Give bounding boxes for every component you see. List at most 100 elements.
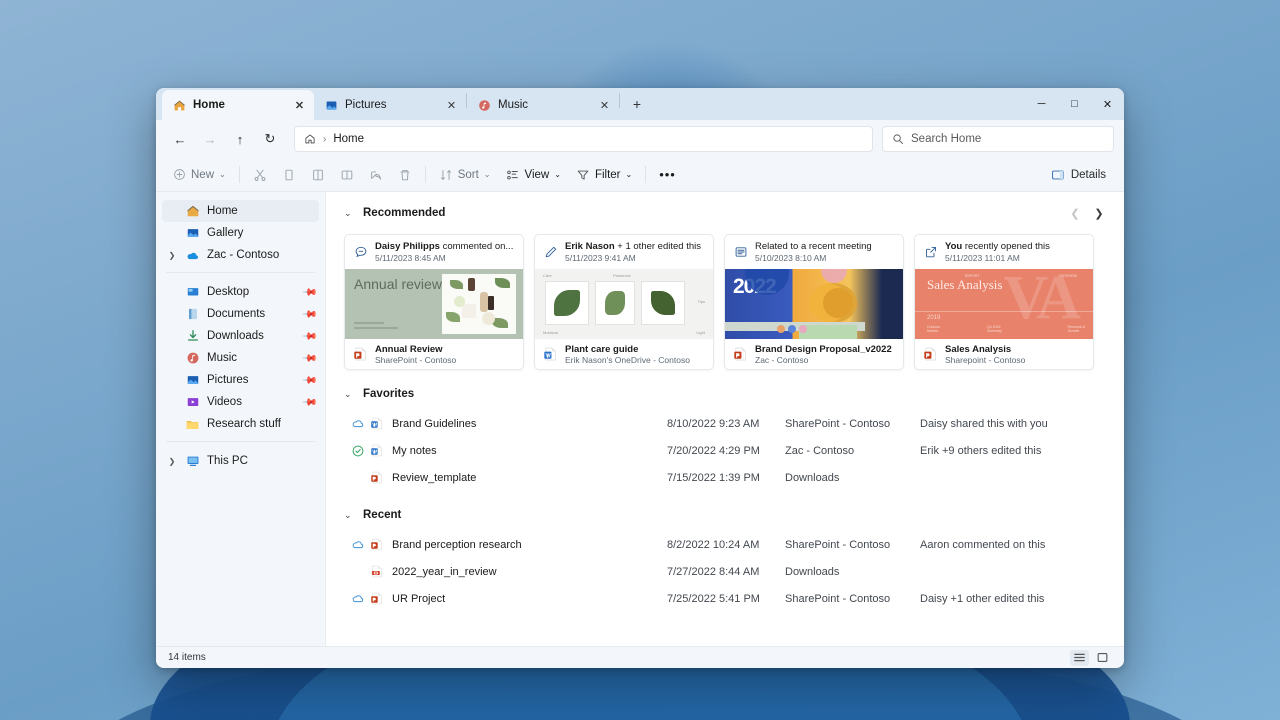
tab-close-button[interactable]: ✕: [291, 97, 308, 114]
file-location: Downloads: [785, 471, 840, 484]
pictures-icon: [325, 99, 338, 112]
pin-icon[interactable]: 📌: [301, 372, 318, 389]
copy-icon: [282, 168, 296, 182]
maximize-button[interactable]: □: [1058, 88, 1091, 120]
expand-chevron-icon[interactable]: ❯: [166, 457, 178, 466]
card-timestamp: 5/11/2023 8:45 AM: [375, 253, 446, 263]
pin-icon[interactable]: 📌: [301, 394, 318, 411]
card-file-location: SharePoint - Contoso: [375, 354, 457, 365]
table-row[interactable]: UR Project 7/25/2022 5:41 PM SharePoint …: [344, 585, 1110, 612]
sidebar-item-label: This PC: [207, 455, 248, 467]
details-view-icon[interactable]: [1093, 650, 1112, 666]
expand-chevron-icon[interactable]: ❯: [166, 251, 178, 260]
close-button[interactable]: ✕: [1091, 88, 1124, 120]
forward-button[interactable]: →: [196, 125, 224, 153]
sidebar-item-downloads[interactable]: › Downloads 📌: [162, 325, 319, 347]
up-button[interactable]: ↑: [226, 125, 254, 153]
card-footer: Sales Analysis Sharepoint - Contoso: [915, 339, 1093, 369]
sidebar-item-desktop[interactable]: › Desktop 📌: [162, 281, 319, 303]
pdf-icon: [370, 564, 392, 579]
file-date: 7/20/2022 4:29 PM: [667, 444, 760, 457]
rename-button[interactable]: [333, 162, 361, 188]
card-header: Erik Nason + 1 other edited this 5/11/20…: [535, 235, 713, 269]
table-row[interactable]: Brand perception research 8/2/2022 10:24…: [344, 531, 1110, 558]
table-row[interactable]: My notes 7/20/2022 4:29 PM Zac - Contoso…: [344, 437, 1110, 464]
file-explorer-window: Home ✕ Pictures ✕ Music ✕ + ─ □ ✕ ← → ↑ …: [156, 88, 1124, 668]
new-button[interactable]: New ⌄: [166, 162, 233, 188]
breadcrumb[interactable]: › Home: [294, 126, 873, 152]
address-bar: ← → ↑ ↻ › Home Search Home: [156, 120, 1124, 158]
sidebar-item-label: Desktop: [207, 286, 250, 298]
view-button[interactable]: View ⌄: [499, 162, 568, 188]
delete-button[interactable]: [391, 162, 419, 188]
tab-close-button[interactable]: ✕: [443, 97, 460, 114]
table-row[interactable]: 2022_year_in_review 7/27/2022 8:44 AM Do…: [344, 558, 1110, 585]
sidebar-item-pictures[interactable]: › Pictures 📌: [162, 369, 319, 391]
cloud-icon: [344, 592, 370, 606]
carousel-next-button[interactable]: ❯: [1088, 202, 1110, 224]
list-view-icon[interactable]: [1070, 649, 1089, 666]
paste-button[interactable]: [304, 162, 332, 188]
pin-icon[interactable]: 📌: [301, 350, 318, 367]
tab-close-button[interactable]: ✕: [596, 97, 613, 114]
card-thumbnail: Care Pandemic Moisture Light Tips: [535, 269, 713, 339]
recommended-card[interactable]: Daisy Philipps commented on... 5/11/2023…: [344, 234, 524, 370]
card-timestamp: 5/10/2023 8:10 AM: [755, 253, 827, 263]
breadcrumb-current[interactable]: Home: [333, 133, 364, 145]
sort-button[interactable]: Sort ⌄: [432, 162, 498, 188]
card-file-name: Sales Analysis: [945, 343, 1012, 355]
sidebar-item-this-pc[interactable]: ❯ This PC: [162, 450, 319, 472]
more-options-button[interactable]: •••: [652, 162, 683, 188]
tab-home[interactable]: Home ✕: [162, 90, 314, 120]
table-row[interactable]: Brand Guidelines 8/10/2022 9:23 AM Share…: [344, 410, 1110, 437]
share-button[interactable]: [362, 162, 390, 188]
copy-button[interactable]: [275, 162, 303, 188]
card-file-location: Erik Nason's OneDrive - Contoso: [565, 354, 690, 365]
sidebar-item-music[interactable]: › Music 📌: [162, 347, 319, 369]
pin-icon[interactable]: 📌: [301, 328, 318, 345]
back-button[interactable]: ←: [166, 125, 194, 153]
home-icon: [173, 99, 186, 112]
minimize-button[interactable]: ─: [1025, 88, 1058, 120]
pin-icon[interactable]: 📌: [301, 284, 318, 301]
details-pane-button[interactable]: Details: [1043, 162, 1114, 188]
sidebar-item-research-stuff[interactable]: › Research stuff: [162, 413, 319, 435]
tab-separator: [619, 93, 620, 108]
recommended-card[interactable]: Related to a recent meeting 5/10/2023 8:…: [724, 234, 904, 370]
sidebar-item-home[interactable]: › Home: [162, 200, 319, 222]
cut-button[interactable]: [246, 162, 274, 188]
sidebar-item-documents[interactable]: › Documents 📌: [162, 303, 319, 325]
card-actor: Daisy Philipps: [375, 241, 440, 252]
recommended-card[interactable]: You recently opened this 5/11/2023 11:01…: [914, 234, 1094, 370]
tab-strip: Home ✕ Pictures ✕ Music ✕ + ─ □ ✕: [156, 88, 1124, 120]
chevron-down-icon[interactable]: ⌄: [344, 510, 354, 521]
chevron-down-icon[interactable]: ⌄: [344, 208, 354, 219]
tab-pictures[interactable]: Pictures ✕: [314, 90, 466, 120]
home-icon: [185, 204, 200, 219]
tab-music[interactable]: Music ✕: [467, 90, 619, 120]
carousel-prev-button[interactable]: ❮: [1064, 202, 1086, 224]
pin-icon[interactable]: 📌: [301, 306, 318, 323]
card-actor: Erik Nason: [565, 241, 615, 252]
home-icon[interactable]: [304, 133, 316, 145]
card-file-name: Annual Review: [375, 343, 443, 355]
delete-icon: [398, 168, 412, 182]
file-location: Downloads: [785, 565, 840, 578]
search-input[interactable]: Search Home: [882, 126, 1114, 152]
filter-button[interactable]: Filter ⌄: [569, 162, 639, 188]
refresh-button[interactable]: ↻: [256, 125, 284, 153]
recommended-card[interactable]: Erik Nason + 1 other edited this 5/11/20…: [534, 234, 714, 370]
sidebar-item-zac-contoso[interactable]: ❯ Zac - Contoso: [162, 244, 319, 266]
table-row[interactable]: Review_template 7/15/2022 1:39 PM Downlo…: [344, 464, 1110, 491]
sidebar-item-videos[interactable]: › Videos 📌: [162, 391, 319, 413]
divider: [238, 166, 240, 183]
card-thumbnail: 2022: [725, 269, 903, 339]
chevron-down-icon[interactable]: ⌄: [344, 389, 354, 400]
sidebar-item-gallery[interactable]: › Gallery: [162, 222, 319, 244]
file-name: UR Project: [392, 592, 446, 605]
divider: [424, 166, 426, 183]
thumbnail-watermark: VA: [1003, 269, 1081, 332]
sidebar-item-label: Gallery: [207, 227, 244, 239]
sidebar-divider: [166, 272, 315, 273]
new-tab-button[interactable]: +: [624, 91, 650, 117]
